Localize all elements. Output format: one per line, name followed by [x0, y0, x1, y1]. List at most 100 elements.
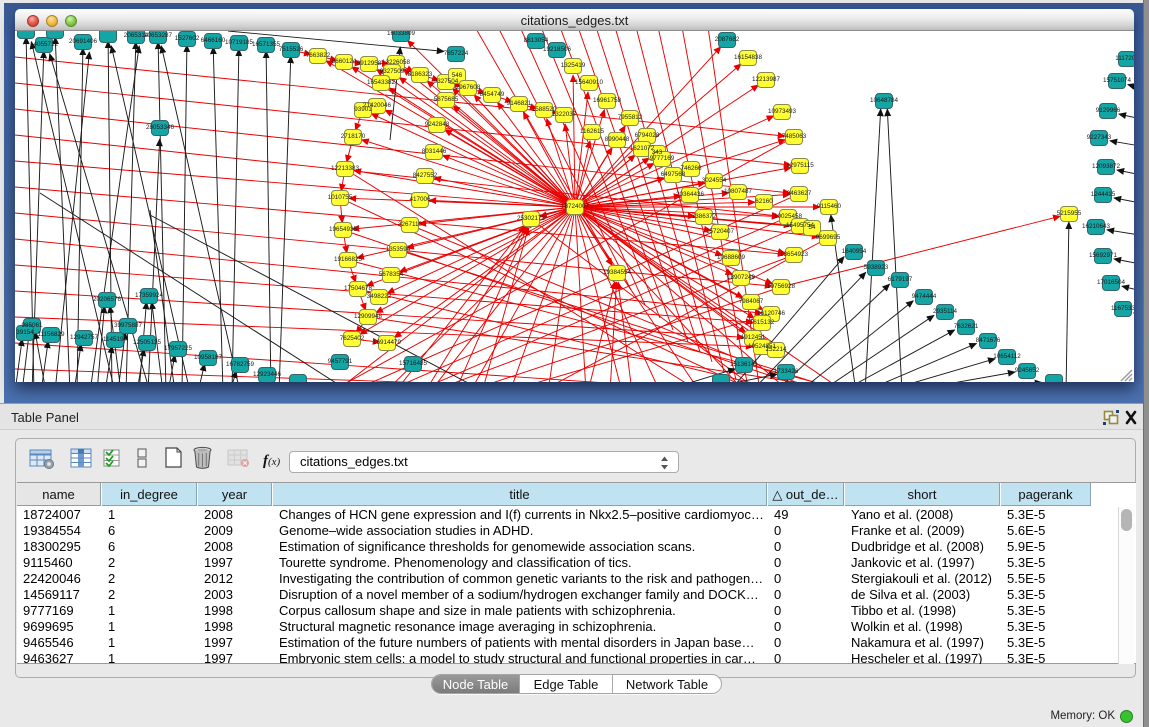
svg-text:19218506: 19218506	[543, 46, 572, 53]
svg-text:1615132: 1615132	[750, 319, 775, 326]
svg-text:5215955: 5215955	[1057, 210, 1082, 217]
svg-text:1167533: 1167533	[1111, 305, 1134, 312]
svg-text:7485063: 7485063	[782, 133, 807, 140]
svg-text:18907249: 18907249	[727, 274, 756, 281]
svg-text:10958187: 10958187	[194, 354, 223, 361]
svg-text:8031446: 8031446	[422, 148, 447, 155]
svg-text:16961758: 16961758	[593, 97, 622, 104]
svg-text:10025458: 10025458	[774, 213, 803, 220]
svg-text:8471676: 8471676	[976, 337, 1001, 344]
svg-text:10688609: 10688609	[717, 254, 746, 261]
svg-text:9227343: 9227343	[1087, 134, 1112, 141]
svg-text:16120746: 16120746	[757, 310, 786, 317]
svg-text:2935114: 2935114	[933, 308, 958, 315]
svg-text:10648784: 10648784	[870, 97, 899, 104]
svg-text:12213987: 12213987	[752, 76, 781, 83]
svg-text:19384554: 19384554	[603, 269, 632, 276]
svg-text:8186323: 8186323	[408, 71, 433, 78]
svg-text:2087682: 2087682	[715, 36, 740, 43]
svg-text:28053346: 28053346	[146, 124, 175, 131]
svg-text:12213383: 12213383	[331, 165, 360, 172]
svg-text:16033809: 16033809	[387, 31, 416, 37]
svg-text:252214: 252214	[765, 346, 787, 353]
svg-text:15640910: 15640910	[575, 79, 604, 86]
svg-text:985061: 985061	[21, 322, 43, 329]
svg-text:10973493: 10973493	[768, 108, 797, 115]
svg-text:93901: 93901	[354, 106, 372, 113]
svg-text:15720407: 15720407	[706, 228, 735, 235]
svg-text:417006: 417006	[409, 196, 431, 203]
svg-text:15751074: 15751074	[1103, 77, 1132, 84]
svg-text:1527602: 1527602	[175, 35, 200, 42]
svg-text:5678354: 5678354	[379, 271, 404, 278]
svg-text:8813054: 8813054	[524, 37, 549, 44]
svg-text:9777169: 9777169	[650, 155, 675, 162]
svg-text:10719185: 10719185	[225, 39, 254, 46]
svg-text:1325419: 1325419	[561, 62, 586, 69]
svg-text:1244415: 1244415	[1091, 191, 1116, 198]
svg-text:13226058: 13226058	[382, 59, 411, 66]
svg-text:12923446: 12923446	[253, 371, 282, 378]
svg-text:13654923: 13654923	[780, 251, 809, 258]
svg-text:3267110: 3267110	[398, 221, 423, 228]
svg-text:1353594: 1353594	[386, 246, 411, 253]
svg-text:6497568: 6497568	[661, 171, 686, 178]
svg-text:6794028: 6794028	[635, 132, 660, 139]
svg-text:20206576: 20206576	[93, 296, 122, 303]
svg-text:11156829: 11156829	[37, 331, 65, 338]
svg-text:12093872: 12093872	[1092, 163, 1121, 170]
svg-text:1117204: 1117204	[1115, 55, 1134, 62]
svg-text:9115460: 9115460	[817, 203, 842, 210]
svg-text:7515526: 7515526	[279, 46, 304, 53]
svg-text:9327509: 9327509	[380, 68, 405, 75]
svg-text:9245652: 9245652	[1015, 367, 1040, 374]
svg-text:3498222: 3498222	[367, 293, 392, 300]
svg-text:9242848: 9242848	[425, 121, 450, 128]
svg-text:(x): (x)	[268, 456, 281, 468]
svg-text:8990448: 8990448	[605, 136, 630, 143]
svg-text:16154838: 16154838	[734, 54, 763, 61]
svg-text:20364436: 20364436	[676, 191, 705, 198]
svg-text:8912958: 8912958	[357, 60, 382, 67]
svg-text:1322037: 1322037	[552, 111, 577, 118]
svg-text:9129966: 9129966	[1096, 107, 1121, 114]
svg-text:12909948: 12909948	[354, 313, 383, 320]
svg-text:25302173: 25302173	[517, 215, 546, 222]
svg-text:9463627: 9463627	[787, 190, 812, 197]
svg-text:1733426: 1733426	[774, 368, 799, 375]
svg-text:9474444: 9474444	[912, 293, 937, 300]
svg-text:17957225: 17957225	[164, 345, 193, 352]
svg-text:15136141: 15136141	[730, 361, 759, 368]
svg-text:1145194: 1145194	[103, 336, 128, 343]
svg-text:39154: 39154	[16, 329, 34, 336]
svg-text:16571355: 16571355	[252, 41, 281, 48]
svg-text:5938923: 5938923	[864, 264, 889, 271]
svg-text:10654112: 10654112	[993, 353, 1021, 360]
svg-text:1010755: 1010755	[328, 194, 353, 201]
svg-text:16543382: 16543382	[367, 79, 396, 86]
svg-text:19166825: 19166825	[334, 256, 363, 263]
svg-text:39975887: 39975887	[114, 322, 143, 329]
svg-text:16914479: 16914479	[373, 339, 402, 346]
svg-text:1162615: 1162615	[580, 128, 605, 135]
svg-text:2967608: 2967608	[456, 84, 481, 91]
svg-text:12505135: 12505135	[133, 339, 162, 346]
svg-text:546: 546	[452, 72, 463, 79]
svg-text:7663822: 7663822	[306, 52, 331, 59]
svg-text:18724007: 18724007	[561, 203, 590, 210]
svg-text:2718170: 2718170	[341, 133, 366, 140]
svg-text:7984067: 7984067	[739, 298, 764, 305]
svg-text:1912451: 1912451	[741, 334, 766, 341]
svg-text:20691406: 20691406	[69, 38, 98, 45]
svg-text:14055712: 14055712	[30, 41, 59, 48]
svg-text:17359924: 17359924	[135, 292, 164, 299]
svg-text:10807487: 10807487	[724, 188, 753, 195]
svg-text:6179197: 6179197	[888, 276, 913, 283]
svg-text:17016504: 17016504	[1097, 279, 1126, 286]
svg-text:7625402: 7625402	[340, 335, 365, 342]
svg-text:6466160: 6466160	[201, 37, 226, 44]
svg-text:15716485: 15716485	[399, 360, 428, 367]
svg-text:7955812: 7955812	[618, 114, 643, 121]
svg-text:10653287: 10653287	[144, 32, 173, 39]
svg-text:17504678: 17504678	[344, 285, 373, 292]
